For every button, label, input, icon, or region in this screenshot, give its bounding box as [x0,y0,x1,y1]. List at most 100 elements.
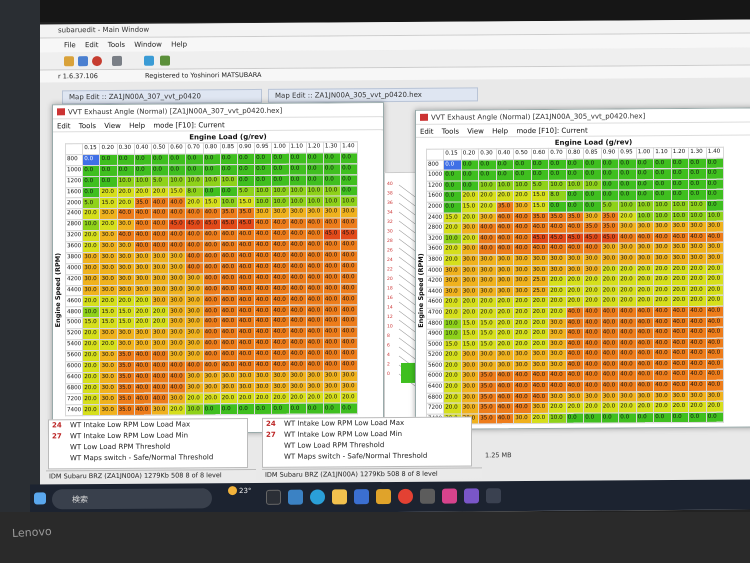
map-cell[interactable]: 40.0 [220,284,238,296]
map-cell[interactable]: 30.0 [566,264,584,276]
map-cell[interactable]: 40.0 [706,316,724,328]
map-cell[interactable]: 35.0 [117,372,135,384]
map-cell[interactable]: 40.0 [688,316,707,328]
map-cell[interactable]: 0.0 [306,403,324,415]
map-cell[interactable]: 40.0 [271,305,289,317]
map-cell[interactable]: 0.0 [323,163,341,175]
map-cell[interactable]: 20.0 [513,190,532,202]
map-cell[interactable]: 0.0 [671,412,689,424]
map-cell[interactable]: 40.0 [185,208,204,220]
map-cell[interactable]: 30.0 [706,253,724,264]
map-cell[interactable]: 30.0 [323,207,341,219]
map-cell[interactable]: 20.0 [688,274,707,286]
map-cell[interactable]: 20.0 [496,191,514,202]
record-icon[interactable] [92,56,102,67]
map-cell[interactable]: 30.0 [237,382,255,394]
map-cell[interactable]: 20.0 [496,339,514,351]
map-cell[interactable]: 20.0 [289,392,307,404]
map-cell[interactable]: 40.0 [151,197,169,209]
map-cell[interactable]: 10.0 [688,200,707,212]
map-cell[interactable]: 0.0 [583,201,602,212]
map-cell[interactable]: 40.0 [478,244,497,255]
map-cell[interactable]: 40.0 [513,392,532,403]
map-cell[interactable]: 20.0 [117,186,135,198]
map-cell[interactable]: 30.0 [254,371,272,383]
map-cell[interactable]: 20.0 [513,307,532,319]
map-cell[interactable]: 0.0 [340,163,358,175]
map-cell[interactable]: 30.0 [185,382,204,394]
map-cell[interactable]: 40.0 [254,229,272,241]
map-cell[interactable]: 30.0 [99,230,118,242]
map-cell[interactable]: 0.0 [237,403,255,415]
map-cell[interactable]: 30.0 [151,339,169,351]
map-cell[interactable]: 0.0 [636,179,654,191]
map-cell[interactable]: 30.0 [99,263,118,275]
map-cell[interactable]: 30.0 [601,253,619,265]
map-cell[interactable]: 30.0 [548,317,567,329]
map-cell[interactable]: 40.0 [653,338,672,349]
map-cell[interactable]: 20.0 [461,307,479,319]
map-cell[interactable]: 30.0 [134,328,152,340]
map-cell[interactable]: 30.0 [82,252,100,264]
map-cell[interactable]: 40.0 [478,222,497,234]
map-cell[interactable]: 35.0 [478,371,497,382]
map-cell[interactable]: 0.0 [531,159,549,170]
map-cell[interactable]: 40.0 [323,272,341,284]
map-cell[interactable]: 40.0 [306,240,324,252]
map-cell[interactable]: 0.0 [566,169,584,181]
list-item[interactable]: WT Maps switch - Safe/Normal Threshold [49,452,247,464]
map-cell[interactable]: 40.0 [254,218,272,230]
map-cell[interactable]: 40.0 [340,283,358,295]
map-cell[interactable]: 20.0 [443,360,462,372]
map-cell[interactable]: 40.0 [706,231,724,243]
map-cell[interactable]: 20.0 [636,401,654,413]
map-cell[interactable]: 30.0 [289,207,307,219]
map-cell[interactable]: 0.0 [168,153,186,165]
map-cell[interactable]: 30.0 [99,252,118,264]
map-cell[interactable]: 35.0 [117,361,135,373]
map-cell[interactable]: 20.0 [461,297,479,308]
map-cell[interactable]: 20.0 [443,371,462,383]
map-cell[interactable]: 40.0 [271,251,289,263]
map-cell[interactable]: 40.0 [706,306,724,317]
map-cell[interactable]: 35.0 [117,350,135,362]
map-cell[interactable]: 30.0 [566,254,584,265]
map-cell[interactable]: 40.0 [254,349,272,361]
map-cell[interactable]: 40.0 [203,327,221,339]
map-cell[interactable]: 20.0 [478,191,497,202]
map-cell[interactable]: 40.0 [134,361,152,373]
map-cell[interactable]: 40.0 [237,284,255,296]
map-cell[interactable]: 40.0 [271,360,289,372]
map-cell[interactable]: 30.0 [548,264,567,276]
map-cell[interactable]: 40.0 [151,230,169,242]
map-cell[interactable]: 40.0 [340,337,358,349]
map-cell[interactable]: 0.0 [185,164,204,176]
map-cell[interactable]: 40.0 [496,212,514,223]
map-cell[interactable]: 10.0 [117,175,135,188]
map-cell[interactable]: 40.0 [306,327,324,339]
map-cell[interactable]: 40.0 [566,222,584,234]
map-cell[interactable]: 40.0 [289,338,307,350]
map-cell[interactable]: 20.0 [443,297,462,309]
map-cell[interactable]: 0.0 [671,189,689,201]
map-cell[interactable]: 40.0 [706,369,724,381]
map-cell[interactable]: 15.0 [461,318,479,330]
mail-icon[interactable] [354,489,369,505]
map-cell[interactable]: 30.0 [531,349,549,361]
map-cell[interactable]: 20.0 [151,317,169,329]
map-cell[interactable]: 10.0 [496,180,514,192]
map-cell[interactable]: 20.0 [513,296,532,308]
map-cell[interactable]: 0.0 [671,179,689,190]
map-cell[interactable]: 45.0 [566,232,584,244]
map-cell[interactable]: 20.0 [688,263,707,275]
map-cell[interactable]: 45.0 [548,233,567,244]
menu-window[interactable]: Window [134,41,162,49]
map-cell[interactable]: 8.0 [185,186,204,198]
map-cell[interactable]: 20.0 [618,211,637,223]
map-cell[interactable]: 40.0 [151,208,169,220]
map-cell[interactable]: 35.0 [478,413,497,425]
map-cell[interactable]: 40.0 [653,232,672,244]
map-cell[interactable]: 10.0 [271,196,289,208]
map-cell[interactable]: 10.0 [653,211,672,222]
map-cell[interactable]: 0.0 [601,179,619,191]
